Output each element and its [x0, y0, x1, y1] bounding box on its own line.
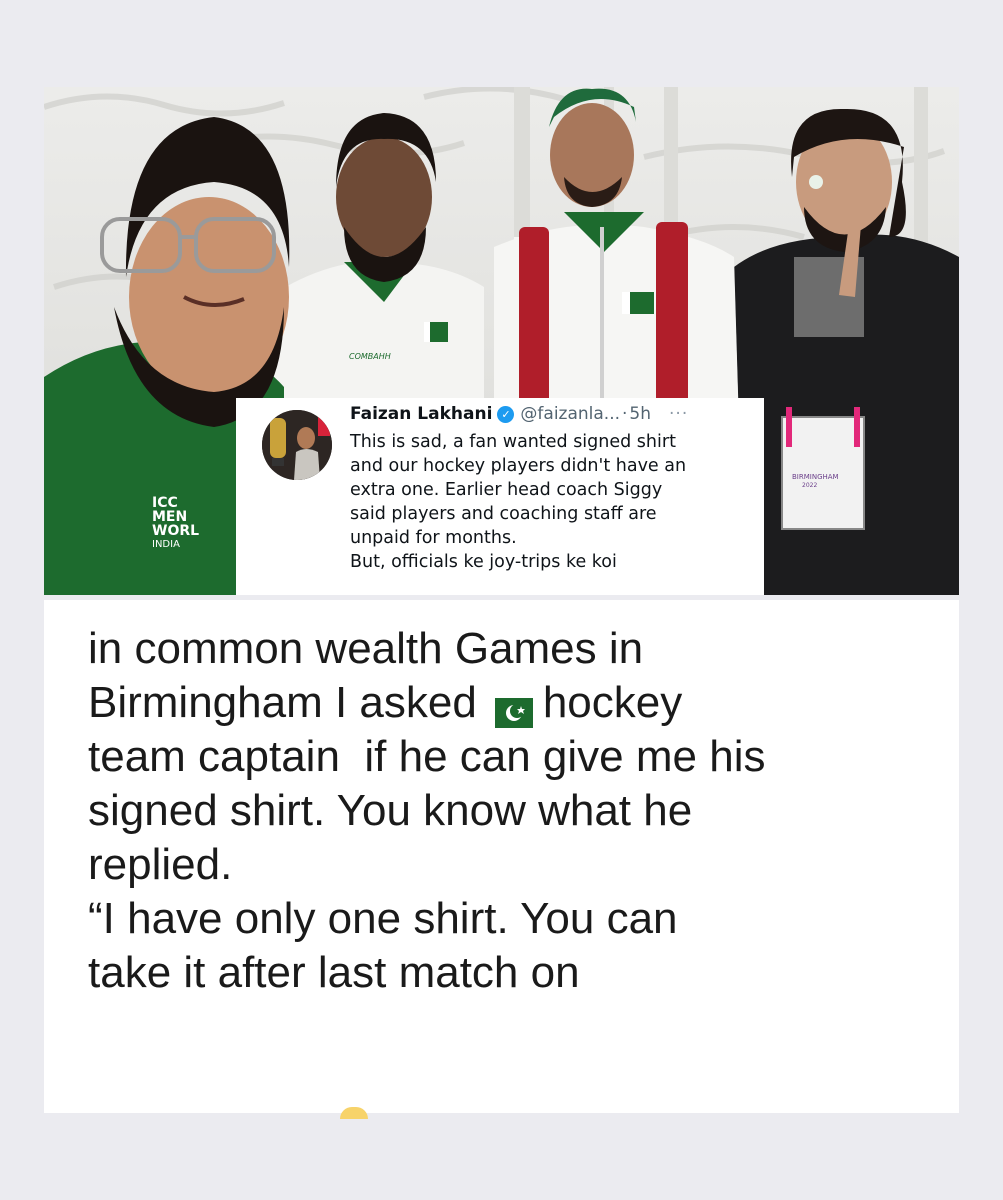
tweet-author-handle[interactable]: @faizanla...	[520, 404, 620, 424]
tweet-line: said players and coaching staff are	[350, 504, 657, 524]
caption-line: take it after last match on	[88, 948, 580, 997]
tweet-timestamp[interactable]: 5h	[629, 404, 651, 424]
jersey-text-3: WORL	[152, 523, 199, 539]
tweet-author-name[interactable]: Faizan Lakhani	[350, 404, 492, 424]
verified-badge-icon: ✓	[497, 405, 515, 423]
badge-text-1: BIRMINGHAM	[792, 473, 839, 481]
jersey-brand-text: COMBAHH	[349, 352, 391, 361]
avatar[interactable]	[262, 410, 332, 480]
tweet-line: unpaid for months.	[350, 528, 517, 548]
caption-text: in common wealth Games in Birmingham I a…	[88, 622, 948, 1000]
tweet-card[interactable]: Faizan Lakhani ✓ @faizanla... · 5h ··· T…	[236, 398, 764, 595]
pakistan-flag-icon	[482, 687, 533, 729]
tweet-text: This is sad, a fan wanted signed shirt a…	[350, 430, 750, 574]
caption-line: team captain if he can give me his	[88, 732, 766, 781]
caption-line: “I have only one shirt. You can	[88, 894, 678, 943]
caption-line: signed shirt. You know what he	[88, 786, 693, 835]
badge-text-2: 2022	[802, 482, 817, 489]
caption-line-part: Birmingham I asked	[88, 678, 477, 727]
tweet-line: extra one. Earlier head coach Siggy	[350, 480, 663, 500]
avatar-image	[262, 410, 332, 480]
tweet-line: But, officials ke joy-trips ke koi	[350, 552, 617, 572]
caption-line: in common wealth Games in	[88, 624, 644, 673]
caption-line-part: hockey	[542, 678, 683, 727]
jersey-text-4: INDIA	[152, 539, 180, 550]
tweet-header: Faizan Lakhani ✓ @faizanla... · 5h ···	[350, 404, 760, 424]
caption-line-with-flag: Birmingham I asked hockey	[88, 676, 948, 730]
more-options-icon[interactable]: ···	[669, 404, 688, 424]
tweet-line: and our hockey players didn't have an	[350, 456, 687, 476]
tweet-separator: ·	[622, 404, 628, 424]
caption-line: replied.	[88, 840, 233, 889]
tweet-line: This is sad, a fan wanted signed shirt	[350, 432, 676, 452]
